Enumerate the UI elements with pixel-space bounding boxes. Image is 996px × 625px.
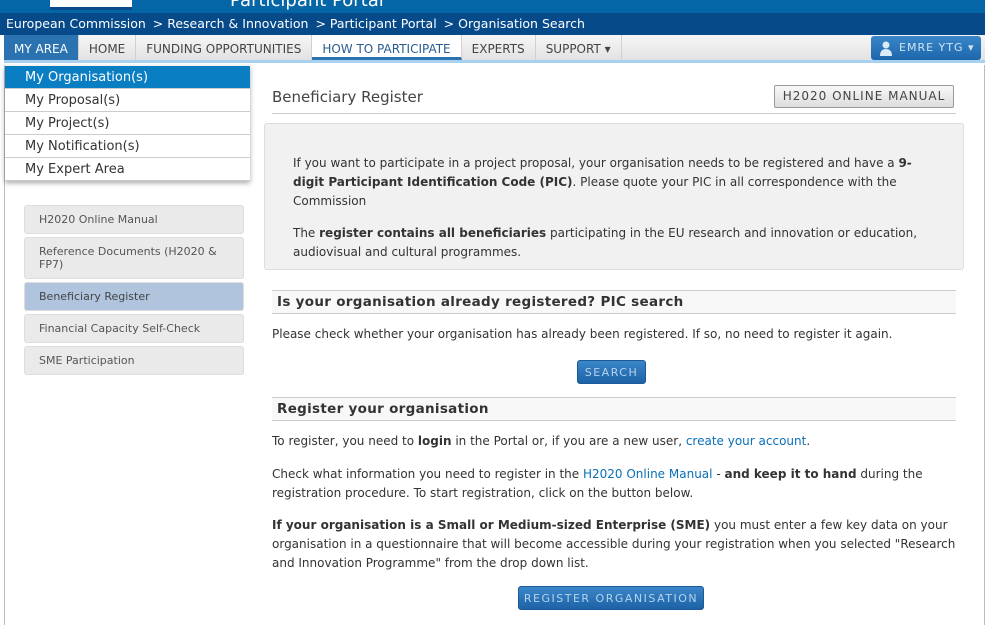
text-bold: register contains all beneficiaries	[319, 226, 547, 240]
breadcrumb-item[interactable]: European Commission	[6, 16, 146, 31]
login-text: login	[417, 434, 452, 448]
sidebar-item-reference-documents[interactable]: Reference Documents (H2020 & FP7)	[24, 237, 244, 279]
title-divider	[272, 113, 956, 114]
portal-title: Participant Portal	[230, 0, 384, 11]
my-area-dropdown: My Organisation(s) My Proposal(s) My Pro…	[5, 66, 250, 181]
register-paragraph: If your organisation is a Small or Mediu…	[272, 516, 962, 573]
main-nav: MY AREA HOME FUNDING OPPORTUNITIES HOW T…	[4, 35, 985, 63]
online-manual-button[interactable]: H2020 ONLINE MANUAL	[774, 85, 954, 108]
page-title: Beneficiary Register	[272, 88, 423, 106]
sidebar: H2020 Online Manual Reference Documents …	[24, 205, 244, 378]
pic-search-text: Please check whether your organisation h…	[272, 327, 893, 341]
nav-how-to-participate[interactable]: HOW TO PARTICIPATE	[312, 35, 462, 60]
intro-paragraph: If you want to participate in a project …	[293, 154, 935, 211]
top-banner: Commission Participant Portal	[0, 0, 985, 13]
sidebar-item-financial-capacity[interactable]: Financial Capacity Self-Check	[24, 314, 244, 343]
user-icon	[880, 41, 892, 56]
text: If you want to participate in a project …	[293, 156, 899, 170]
sidebar-item-online-manual[interactable]: H2020 Online Manual	[24, 205, 244, 234]
breadcrumb-item[interactable]: > Research & Innovation	[153, 16, 309, 31]
user-menu-button[interactable]: EMRE YTG ▾	[871, 36, 981, 60]
user-name: EMRE YTG ▾	[899, 41, 975, 54]
nav-experts[interactable]: EXPERTS	[462, 35, 536, 60]
text: -	[712, 467, 725, 481]
nav-support[interactable]: SUPPORT ▾	[536, 35, 622, 60]
register-paragraph: To register, you need to login in the Po…	[272, 432, 962, 451]
intro-paragraph: The register contains all beneficiaries …	[293, 224, 935, 262]
text: .	[806, 434, 811, 448]
intro-box: If you want to participate in a project …	[264, 123, 964, 270]
menu-item-my-expert-area[interactable]: My Expert Area	[5, 158, 250, 181]
nav-my-area[interactable]: MY AREA	[4, 35, 79, 60]
pic-search-heading: Is your organisation already registered?…	[272, 290, 956, 314]
text-bold: If your organisation is a Small or Mediu…	[272, 518, 711, 532]
text: in the Portal or, if you are a new user,	[451, 434, 686, 448]
register-organisation-button[interactable]: REGISTER ORGANISATION	[518, 586, 704, 610]
nav-funding-opportunities[interactable]: FUNDING OPPORTUNITIES	[136, 35, 313, 60]
breadcrumb: European Commission > Research & Innovat…	[0, 13, 985, 35]
breadcrumb-item[interactable]: > Participant Portal	[315, 16, 436, 31]
register-heading: Register your organisation	[272, 397, 956, 421]
nav-home[interactable]: HOME	[79, 35, 137, 60]
text-bold: and keep it to hand	[724, 467, 857, 481]
menu-item-my-proposals[interactable]: My Proposal(s)	[5, 89, 250, 112]
online-manual-link[interactable]: H2020 Online Manual	[583, 467, 713, 481]
menu-item-my-projects[interactable]: My Project(s)	[5, 112, 250, 135]
ec-logo[interactable]: Commission	[50, 0, 132, 10]
menu-item-my-notifications[interactable]: My Notification(s)	[5, 135, 250, 158]
text: To register, you need to	[272, 434, 418, 448]
breadcrumb-item: > Organisation Search	[443, 16, 585, 31]
sidebar-item-beneficiary-register[interactable]: Beneficiary Register	[24, 282, 244, 311]
create-account-link[interactable]: create your account	[686, 434, 807, 448]
register-paragraph: Check what information you need to regis…	[272, 465, 962, 503]
sidebar-item-sme-participation[interactable]: SME Participation	[24, 346, 244, 375]
menu-item-my-organisations[interactable]: My Organisation(s)	[5, 66, 250, 89]
text: Check what information you need to regis…	[272, 467, 583, 481]
search-button[interactable]: SEARCH	[577, 360, 646, 384]
text: The	[293, 226, 320, 240]
